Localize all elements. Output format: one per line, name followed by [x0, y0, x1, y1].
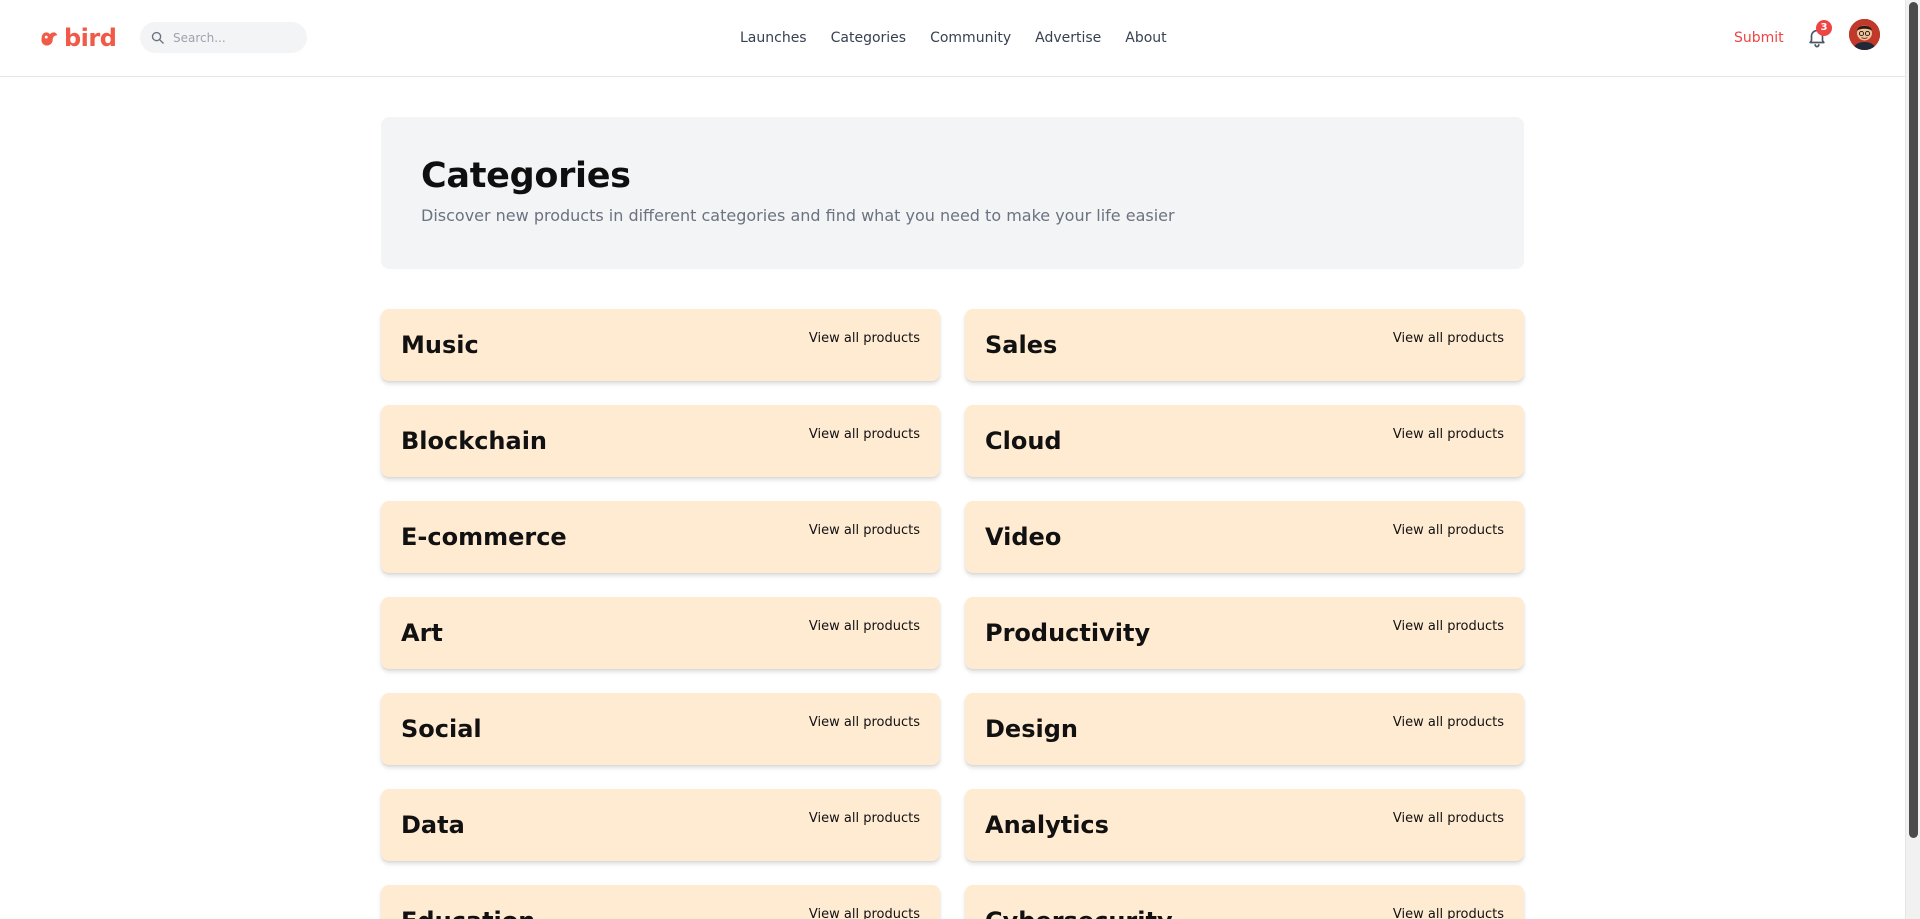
category-title: Video	[985, 523, 1062, 551]
nav-link-community[interactable]: Community	[930, 27, 1011, 49]
nav-link-launches[interactable]: Launches	[740, 27, 807, 49]
category-card-analytics[interactable]: Analytics View all products	[965, 789, 1524, 861]
search-icon	[151, 31, 164, 44]
logo-link[interactable]: bird	[38, 24, 117, 52]
nav-link-categories[interactable]: Categories	[831, 27, 906, 49]
category-title: Education	[401, 906, 535, 919]
view-all-products-link[interactable]: View all products	[809, 906, 920, 919]
category-card-productivity[interactable]: Productivity View all products	[965, 597, 1524, 669]
view-all-products-link[interactable]: View all products	[809, 330, 920, 348]
view-all-products-link[interactable]: View all products	[1393, 906, 1504, 919]
view-all-products-link[interactable]: View all products	[1393, 810, 1504, 828]
category-title: Productivity	[985, 619, 1151, 647]
view-all-products-link[interactable]: View all products	[1393, 618, 1504, 636]
category-card-art[interactable]: Art View all products	[381, 597, 940, 669]
category-title: Analytics	[985, 811, 1109, 839]
view-all-products-link[interactable]: View all products	[1393, 330, 1504, 348]
user-avatar[interactable]	[1849, 19, 1880, 50]
category-card-sales[interactable]: Sales View all products	[965, 309, 1524, 381]
view-all-products-link[interactable]: View all products	[809, 618, 920, 636]
scrollbar-thumb[interactable]	[1909, 2, 1918, 838]
view-all-products-link[interactable]: View all products	[809, 810, 920, 828]
vertical-scrollbar[interactable]	[1905, 0, 1920, 919]
categories-hero: Categories Discover new products in diff…	[381, 117, 1524, 269]
category-card-blockchain[interactable]: Blockchain View all products	[381, 405, 940, 477]
main-nav: Launches Categories Community Advertise …	[740, 27, 1167, 49]
view-all-products-link[interactable]: View all products	[809, 714, 920, 732]
view-all-products-link[interactable]: View all products	[809, 522, 920, 540]
nav-link-advertise[interactable]: Advertise	[1035, 27, 1101, 49]
page-title: Categories	[421, 156, 631, 196]
logo-text: bird	[64, 24, 117, 52]
search-box[interactable]	[140, 22, 307, 53]
category-card-video[interactable]: Video View all products	[965, 501, 1524, 573]
category-title: Cybersecurity	[985, 906, 1173, 919]
category-card-education[interactable]: Education View all products	[381, 885, 940, 919]
avatar-image	[1849, 19, 1880, 50]
category-card-cloud[interactable]: Cloud View all products	[965, 405, 1524, 477]
view-all-products-link[interactable]: View all products	[1393, 426, 1504, 444]
category-card-design[interactable]: Design View all products	[965, 693, 1524, 765]
category-title: Social	[401, 715, 482, 743]
category-title: E-commerce	[401, 523, 567, 551]
category-card-data[interactable]: Data View all products	[381, 789, 940, 861]
notification-badge: 3	[1816, 20, 1832, 36]
bird-logo-icon	[41, 32, 58, 46]
category-title: Cloud	[985, 427, 1062, 455]
submit-link[interactable]: Submit	[1734, 27, 1784, 49]
category-card-e-commerce[interactable]: E-commerce View all products	[381, 501, 940, 573]
page: bird Launches Categories Community Adver…	[0, 0, 1920, 919]
category-card-cybersecurity[interactable]: Cybersecurity View all products	[965, 885, 1524, 919]
category-card-social[interactable]: Social View all products	[381, 693, 940, 765]
nav-link-about[interactable]: About	[1125, 27, 1166, 49]
page-subtitle: Discover new products in different categ…	[421, 206, 1175, 225]
category-title: Blockchain	[401, 427, 548, 455]
category-card-music[interactable]: Music View all products	[381, 309, 940, 381]
category-grid: Music View all products Sales View all p…	[381, 309, 1524, 919]
view-all-products-link[interactable]: View all products	[1393, 714, 1504, 732]
view-all-products-link[interactable]: View all products	[809, 426, 920, 444]
view-all-products-link[interactable]: View all products	[1393, 522, 1504, 540]
category-title: Sales	[985, 331, 1058, 359]
top-nav-bar: bird Launches Categories Community Adver…	[0, 0, 1905, 77]
category-title: Art	[401, 619, 443, 647]
category-title: Design	[985, 715, 1078, 743]
category-title: Music	[401, 331, 479, 359]
search-input[interactable]	[173, 30, 293, 45]
category-title: Data	[401, 811, 465, 839]
